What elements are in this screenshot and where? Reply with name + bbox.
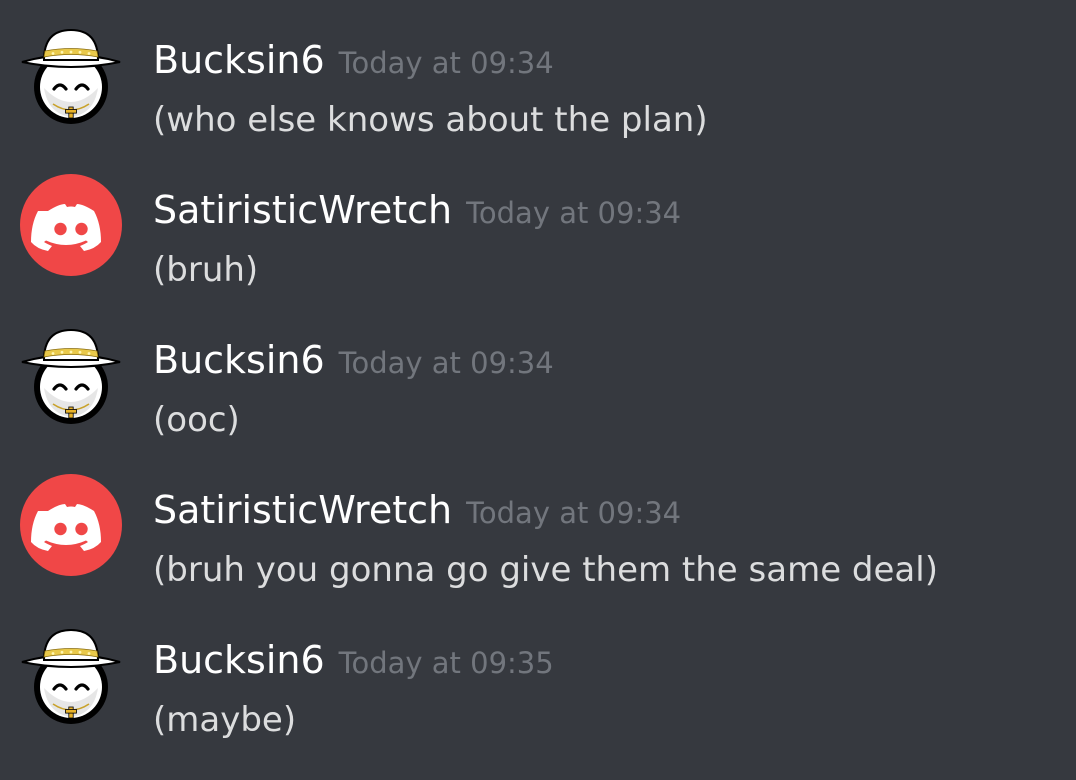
- message-header: Bucksin6 Today at 09:35: [153, 634, 554, 694]
- message-header: SatiristicWretch Today at 09:34: [153, 484, 681, 544]
- discord-default-avatar[interactable]: [20, 474, 122, 576]
- hat-character-avatar[interactable]: [20, 24, 122, 126]
- message-text: (ooc): [153, 400, 240, 440]
- message-item: Bucksin6 Today at 09:35 (maybe): [0, 600, 1076, 750]
- discord-default-avatar[interactable]: [20, 174, 122, 276]
- message-header: Bucksin6 Today at 09:34: [153, 34, 554, 94]
- message-item: Bucksin6 Today at 09:34 (who else knows a…: [0, 0, 1076, 150]
- discord-logo-icon: [20, 174, 122, 276]
- hat-character-avatar-icon: [20, 324, 122, 426]
- username[interactable]: SatiristicWretch: [153, 188, 452, 232]
- message-text: (bruh): [153, 250, 259, 290]
- username[interactable]: Bucksin6: [153, 638, 325, 682]
- timestamp: Today at 09:34: [466, 196, 682, 230]
- discord-logo-icon: [20, 474, 122, 576]
- hat-character-avatar-icon: [20, 624, 122, 726]
- hat-character-avatar-icon: [20, 24, 122, 126]
- message-header: SatiristicWretch Today at 09:34: [153, 184, 681, 244]
- timestamp: Today at 09:35: [338, 646, 554, 680]
- timestamp: Today at 09:34: [466, 496, 682, 530]
- timestamp: Today at 09:34: [338, 46, 554, 80]
- username[interactable]: Bucksin6: [153, 38, 325, 82]
- message-item: Bucksin6 Today at 09:34 (ooc): [0, 300, 1076, 450]
- message-item: SatiristicWretch Today at 09:34 (bruh you…: [0, 450, 1076, 600]
- hat-character-avatar[interactable]: [20, 324, 122, 426]
- message-text: (maybe): [153, 700, 297, 740]
- message-text: (who else knows about the plan): [153, 100, 708, 140]
- timestamp: Today at 09:34: [338, 346, 554, 380]
- username[interactable]: Bucksin6: [153, 338, 325, 382]
- message-header: Bucksin6 Today at 09:34: [153, 334, 554, 394]
- username[interactable]: SatiristicWretch: [153, 488, 452, 532]
- hat-character-avatar[interactable]: [20, 624, 122, 726]
- message-item: SatiristicWretch Today at 09:34 (bruh): [0, 150, 1076, 300]
- message-text: (bruh you gonna go give them the same de…: [153, 550, 938, 590]
